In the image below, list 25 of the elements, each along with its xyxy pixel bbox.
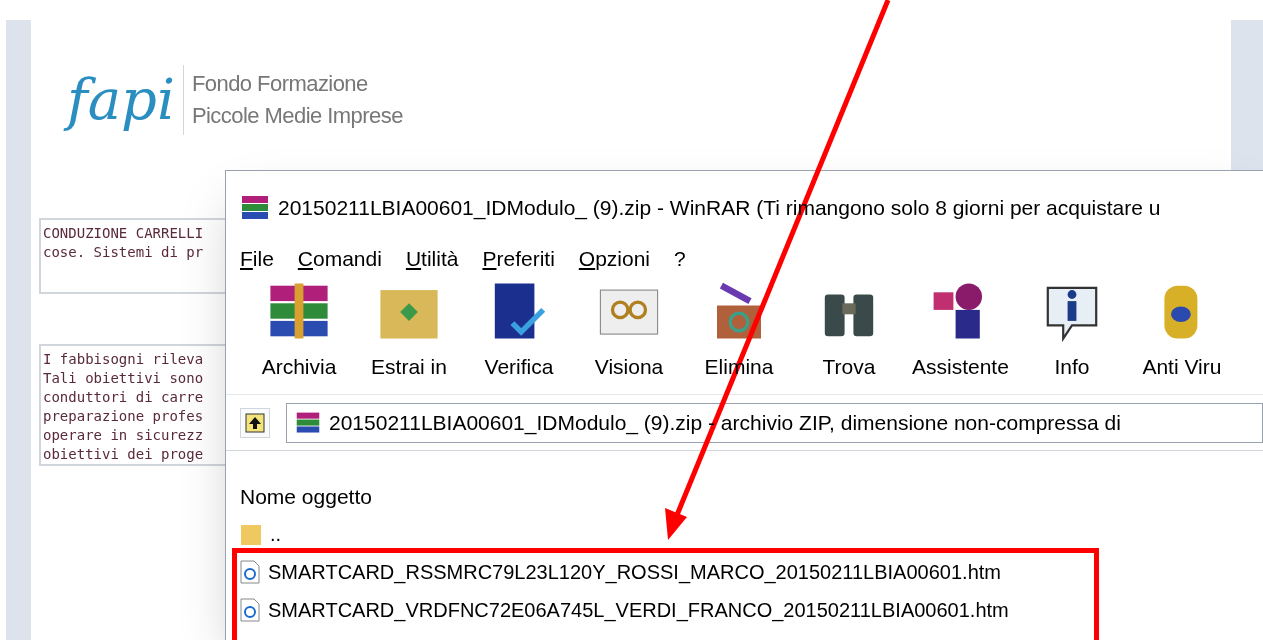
file-name[interactable]: SMARTCARD_VRDFNC72E06A745L_VERDI_FRANCO_20150211LBIA00601.htm (268, 595, 1009, 625)
books-stack-icon (240, 194, 270, 222)
toolbar-button[interactable]: Info (1020, 278, 1123, 382)
file-name[interactable]: SMARTCARD_RSSMRC79L23L120Y_ROSSI_MARCO_20150211LBIA00601.htm (268, 557, 1001, 587)
logo-text: Fondo Formazione (191, 70, 369, 98)
logo-text: Piccole Medie Imprese (191, 102, 403, 130)
file-name[interactable]: .. (270, 519, 282, 549)
toolbar-button[interactable]: Anti Viru (1130, 278, 1233, 382)
up-folder-button[interactable] (240, 407, 270, 438)
menu-item[interactable]: Opzioni (578, 243, 651, 275)
web-page-icon (240, 560, 260, 584)
web-page-icon (240, 598, 260, 622)
menu-item[interactable]: Utilità (405, 243, 459, 275)
menu-item[interactable]: Preferiti (482, 243, 555, 275)
address-field[interactable]: 20150211LBIA00601_IDModulo_ (9).zip - archivio ZIP, dimensione non-compressa di (286, 402, 1263, 443)
toolbar-button[interactable]: Trova (798, 278, 900, 382)
menu-item[interactable]: ? (674, 243, 686, 275)
toolbar-button[interactable]: Verifica (468, 278, 570, 382)
toolbar-button[interactable]: Archivia (248, 278, 350, 382)
menu-item[interactable]: Comandi (297, 243, 382, 275)
menu-item[interactable]: File (240, 243, 274, 275)
toolbar-button[interactable]: Assistente (908, 278, 1013, 382)
toolbar-button[interactable]: Estrai in (358, 278, 460, 382)
toolbar-button[interactable]: Visiona (578, 278, 680, 382)
column-header[interactable]: Nome oggetto (240, 479, 1263, 515)
